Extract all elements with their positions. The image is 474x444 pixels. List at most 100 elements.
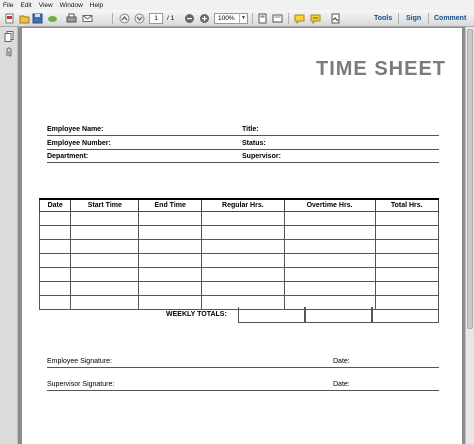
scrollbar-thumb[interactable]	[467, 29, 473, 329]
sign-button[interactable]: Sign	[406, 12, 421, 25]
highlight-icon[interactable]	[310, 13, 321, 24]
table-cell	[70, 224, 140, 240]
toolbar-separator	[252, 13, 253, 24]
supervisor-signature-date-label: Date:	[333, 381, 350, 388]
table-row	[38, 224, 439, 240]
menu-view[interactable]: View	[39, 2, 53, 9]
menu-window[interactable]: Window	[60, 2, 83, 9]
zoom-value: 100%	[218, 15, 235, 22]
signature-line	[47, 390, 439, 391]
toolbar-separator	[428, 13, 429, 24]
comment-button[interactable]: Comment	[434, 12, 466, 25]
zoom-out-icon[interactable]	[184, 13, 195, 24]
column-header-overtime-hrs: Overtime Hrs.	[283, 198, 376, 212]
table-cell	[38, 294, 72, 310]
pages-panel-icon[interactable]	[4, 31, 14, 42]
table-cell	[374, 280, 439, 296]
field-divider	[47, 162, 439, 163]
table-cell	[283, 252, 376, 268]
table-cell	[201, 280, 285, 296]
page-number-input[interactable]: 1	[149, 13, 163, 24]
zoom-in-icon[interactable]	[199, 13, 210, 24]
next-page-icon[interactable]	[134, 13, 145, 24]
previous-page-icon[interactable]	[119, 13, 130, 24]
table-cell	[201, 238, 285, 254]
table-cell	[138, 294, 203, 310]
table-cell	[38, 210, 72, 226]
table-cell	[138, 238, 203, 254]
print-icon[interactable]	[66, 13, 77, 24]
department-label: Department:	[47, 153, 89, 160]
employee-signature-label: Employee Signature:	[47, 358, 112, 365]
table-cell	[201, 266, 285, 282]
toolbar: 1 / 1 100% ▼ Tools Sign Comment	[0, 10, 474, 27]
table-cell	[283, 224, 376, 240]
toolbar-separator	[112, 13, 113, 24]
table-cell	[201, 252, 285, 268]
email-icon[interactable]	[82, 13, 93, 24]
column-header-regular-hrs: Regular Hrs.	[201, 198, 285, 212]
employee-signature-date-label: Date:	[333, 358, 350, 365]
table-cell	[374, 252, 439, 268]
table-cell	[70, 294, 140, 310]
supervisor-label: Supervisor:	[242, 153, 281, 160]
open-file-icon[interactable]	[19, 13, 30, 24]
column-header-date: Date	[38, 198, 72, 212]
employee-name-label: Employee Name:	[47, 126, 104, 133]
table-header-row: Date Start Time End Time Regular Hrs. Ov…	[38, 198, 439, 212]
menu-edit[interactable]: Edit	[20, 2, 31, 9]
navigation-panel	[0, 27, 18, 444]
table-row	[38, 266, 439, 282]
toolbar-separator	[398, 13, 399, 24]
column-header-end-time: End Time	[138, 198, 203, 212]
sign-stamp-icon[interactable]	[330, 13, 341, 24]
table-cell	[70, 280, 140, 296]
table-cell	[374, 224, 439, 240]
total-hrs-total-cell	[372, 307, 439, 323]
weekly-totals-row	[238, 307, 439, 323]
field-divider	[47, 149, 439, 150]
menu-help[interactable]: Help	[90, 2, 103, 9]
table-cell	[38, 266, 72, 282]
fit-width-icon[interactable]	[272, 13, 283, 24]
table-cell	[138, 210, 203, 226]
employee-number-label: Employee Number:	[47, 140, 111, 147]
save-icon[interactable]	[32, 13, 43, 24]
attachments-icon[interactable]	[4, 47, 14, 58]
comment-icon[interactable]	[294, 13, 305, 24]
table-cell	[283, 210, 376, 226]
table-cell	[38, 280, 72, 296]
menu-bar: File Edit View Window Help	[0, 0, 474, 10]
table-body	[38, 210, 439, 310]
table-cell	[138, 280, 203, 296]
supervisor-signature-label: Supervisor Signature:	[47, 381, 115, 388]
document-viewer[interactable]: TIME SHEET Employee Name: Title: Employe…	[18, 27, 474, 444]
chevron-down-icon[interactable]: ▼	[239, 14, 247, 23]
vertical-scrollbar[interactable]	[465, 27, 474, 444]
zoom-select[interactable]: 100% ▼	[214, 13, 248, 24]
regular-hrs-total-cell	[238, 307, 305, 323]
tools-button[interactable]: Tools	[374, 12, 392, 25]
cloud-share-icon[interactable]	[47, 13, 58, 24]
page-title: TIME SHEET	[316, 58, 447, 80]
table-row	[38, 238, 439, 254]
fit-page-icon[interactable]	[257, 13, 268, 24]
table-cell	[70, 266, 140, 282]
table-cell	[283, 280, 376, 296]
table-cell	[38, 238, 72, 254]
create-pdf-icon[interactable]	[4, 13, 15, 24]
table-cell	[201, 210, 285, 226]
menu-file[interactable]: File	[3, 2, 13, 9]
column-header-start-time: Start Time	[70, 198, 140, 212]
title-label: Title:	[242, 126, 259, 133]
status-label: Status:	[242, 140, 266, 147]
weekly-totals-label: WEEKLY TOTALS:	[166, 311, 227, 318]
table-row	[38, 252, 439, 268]
table-cell	[283, 238, 376, 254]
table-cell	[38, 224, 72, 240]
table-cell	[201, 224, 285, 240]
table-cell	[138, 224, 203, 240]
table-cell	[374, 238, 439, 254]
table-cell	[70, 238, 140, 254]
toolbar-separator	[288, 13, 289, 24]
